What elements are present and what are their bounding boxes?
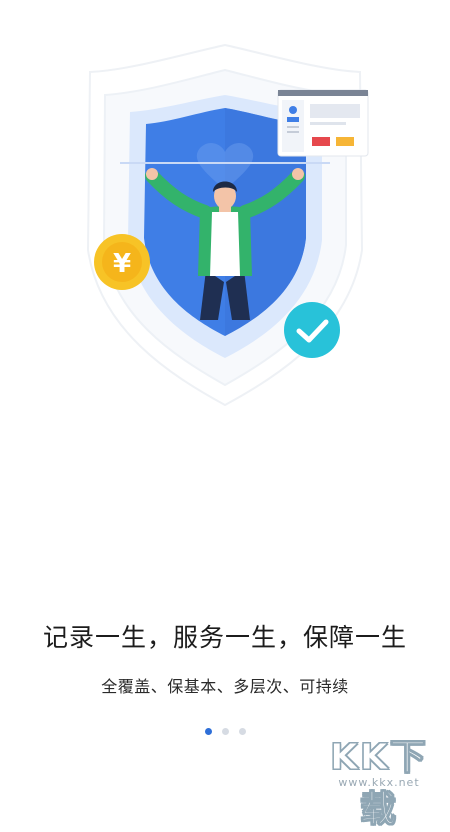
profile-window-card (277, 89, 369, 157)
yuan-coin-icon: ¥ (94, 234, 150, 290)
watermark-url: www.kkx.net (338, 776, 420, 789)
svg-text:¥: ¥ (113, 249, 131, 279)
hero-illustration: ¥ (86, 43, 369, 407)
check-badge-icon (284, 302, 340, 358)
page-dot-2[interactable] (221, 728, 229, 735)
onboarding-headline: 记录一生，服务一生，保障一生 (42, 623, 407, 652)
page-dot-1[interactable] (204, 728, 212, 735)
page-dot-3[interactable] (238, 728, 246, 735)
watermark: KK下载 www.kkx.net (314, 722, 444, 831)
onboarding-subline: 全覆盖、保基本、多层次、可持续 (101, 677, 349, 696)
shield-band (120, 162, 330, 164)
